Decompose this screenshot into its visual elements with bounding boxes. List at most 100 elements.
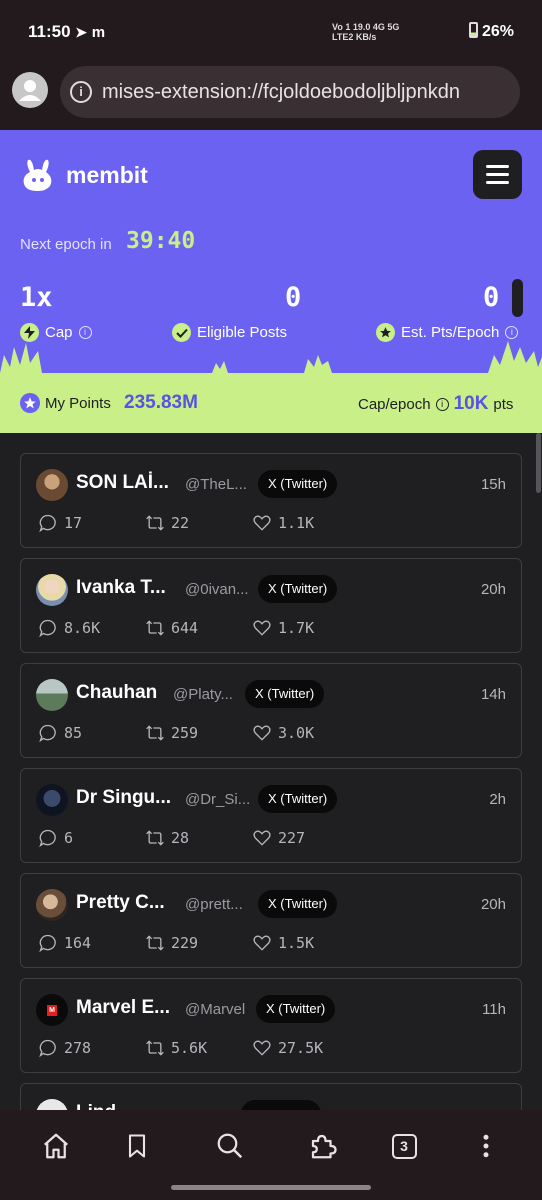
post-author-name[interactable]: Dr Singu... (76, 787, 171, 809)
reposts-metric: 28 (145, 828, 189, 848)
source-badge: X (Twitter) (245, 680, 325, 708)
likes-count: 1.7K (278, 619, 315, 637)
reposts-count: 644 (171, 619, 199, 637)
hamburger-line (486, 181, 509, 184)
post-age: 20h (480, 581, 506, 598)
repost-icon (146, 725, 164, 741)
source-badge: X (Twitter) (256, 995, 336, 1023)
hero-scroll-indicator (512, 279, 523, 317)
reposts-count: 229 (171, 934, 199, 952)
heart-icon (253, 620, 271, 636)
post-author-handle: @prett... (185, 896, 243, 913)
app-name[interactable]: membit (66, 162, 148, 189)
post-card[interactable]: M Marvel E... @Marvel X (Twitter) 11h 27… (20, 978, 522, 1073)
tabs-icon[interactable]: 3 (386, 1128, 422, 1164)
likes-metric: 227 (252, 828, 305, 848)
cap-value: 1x (20, 282, 53, 313)
likes-count: 3.0K (278, 724, 315, 742)
heart-icon (253, 515, 271, 531)
search-icon[interactable] (212, 1128, 248, 1164)
source-badge: X (Twitter) (258, 575, 338, 603)
network-line2: LTE2 KB/s (332, 32, 377, 42)
post-author-handle: @Marvel (185, 1001, 246, 1018)
post-card[interactable]: Dr Singu... @Dr_Si... X (Twitter) 2h 6 2… (20, 768, 522, 863)
post-card[interactable]: Lind... (20, 1083, 522, 1110)
avatar: M (36, 994, 68, 1026)
replies-count: 278 (64, 1039, 92, 1057)
clock: 11:50 (28, 22, 71, 41)
bookmark-icon[interactable] (119, 1128, 155, 1164)
comment-icon (39, 829, 56, 848)
url-text[interactable]: mises-extension://fcjoldoebodoljbljpnkdn (102, 81, 460, 104)
telegram-icon: ➤ (75, 24, 88, 40)
replies-count: 17 (64, 514, 83, 532)
reposts-count: 5.6K (171, 1039, 208, 1057)
likes-count: 27.5K (278, 1039, 324, 1057)
my-points-value: 235.83M (124, 392, 198, 413)
likes-metric: 1.1K (252, 513, 314, 533)
cap-epoch-label: Cap/epoch (358, 395, 431, 413)
replies-count: 6 (64, 829, 74, 847)
likes-count: 1.1K (278, 514, 315, 532)
profile-avatar[interactable] (12, 72, 48, 108)
post-author-name[interactable]: SON LAİ... (76, 472, 169, 494)
cap-epoch-unit: pts (493, 395, 514, 413)
post-card[interactable]: Ivanka T... @0ivan... X (Twitter) 20h 8.… (20, 558, 522, 653)
my-points-label: My Points (45, 395, 111, 412)
points-bar: My Points 235.83M Cap/epoch i 10K pts (0, 373, 542, 433)
likes-count: 1.5K (278, 934, 315, 952)
extensions-icon[interactable] (305, 1128, 341, 1164)
source-badge (241, 1100, 321, 1110)
menu-button[interactable] (473, 150, 522, 199)
hamburger-icon (486, 165, 509, 168)
hamburger-line (486, 173, 509, 176)
comment-icon (39, 514, 56, 533)
post-age: 14h (480, 686, 506, 703)
post-card[interactable]: Pretty C... @prett... X (Twitter) 20h 16… (20, 873, 522, 968)
comment-icon (39, 724, 56, 743)
post-author-name[interactable]: Ivanka T... (76, 577, 166, 599)
post-author-name[interactable]: Pretty C... (76, 892, 165, 914)
replies-metric: 6 (38, 828, 73, 848)
hero-section: membit Next epoch in 39:40 1x 0 0 Cap i … (0, 130, 542, 373)
source-badge: X (Twitter) (258, 470, 338, 498)
gesture-home-indicator[interactable] (171, 1185, 371, 1190)
reposts-metric: 259 (145, 723, 198, 743)
m-icon: m (91, 24, 106, 41)
repost-icon (146, 515, 164, 531)
post-author-name[interactable]: Marvel E... (76, 997, 170, 1019)
post-author-handle: @TheL... (185, 476, 247, 493)
reposts-count: 22 (171, 514, 190, 532)
post-card[interactable]: Chauhan @Platy... X (Twitter) 14h 85 259… (20, 663, 522, 758)
network-line1: Vo 1 19.0 4G 5G (332, 22, 400, 32)
post-card[interactable]: SON LAİ... @TheL... X (Twitter) 15h 17 2… (20, 453, 522, 548)
post-author-name[interactable]: Lind... (76, 1102, 132, 1110)
avatar (36, 574, 68, 606)
post-age: 20h (480, 896, 506, 913)
post-author-handle: @0ivan... (185, 581, 249, 598)
address-bar[interactable]: i mises-extension://fcjoldoebodoljbljpnk… (60, 66, 520, 118)
feed-scrollbar[interactable] (536, 433, 541, 493)
reposts-count: 28 (171, 829, 190, 847)
site-info-icon[interactable]: i (70, 81, 92, 103)
cap-epoch-info-icon[interactable]: i (435, 397, 449, 411)
person-icon (19, 80, 41, 101)
replies-count: 85 (64, 724, 83, 742)
battery-percent: 26% (481, 23, 514, 40)
home-icon[interactable] (38, 1128, 74, 1164)
comment-icon (39, 1039, 56, 1058)
reposts-metric: 5.6K (145, 1038, 207, 1058)
comment-icon (39, 619, 56, 638)
posts-feed[interactable]: SON LAİ... @TheL... X (Twitter) 15h 17 2… (0, 433, 542, 1110)
source-badge: X (Twitter) (258, 785, 338, 813)
my-points-star-icon (20, 393, 40, 413)
bunny-logo-icon[interactable] (20, 156, 56, 192)
heart-icon (253, 830, 271, 846)
avatar (36, 679, 68, 711)
post-author-name[interactable]: Chauhan (76, 682, 157, 704)
cap-per-epoch: Cap/epoch i 10K pts (358, 393, 513, 415)
more-icon[interactable] (468, 1128, 504, 1164)
repost-icon (146, 935, 164, 951)
network-indicators: Vo 1 19.0 4G 5G LTE2 KB/s (332, 22, 399, 42)
cap-epoch-value: 10K (453, 393, 489, 414)
